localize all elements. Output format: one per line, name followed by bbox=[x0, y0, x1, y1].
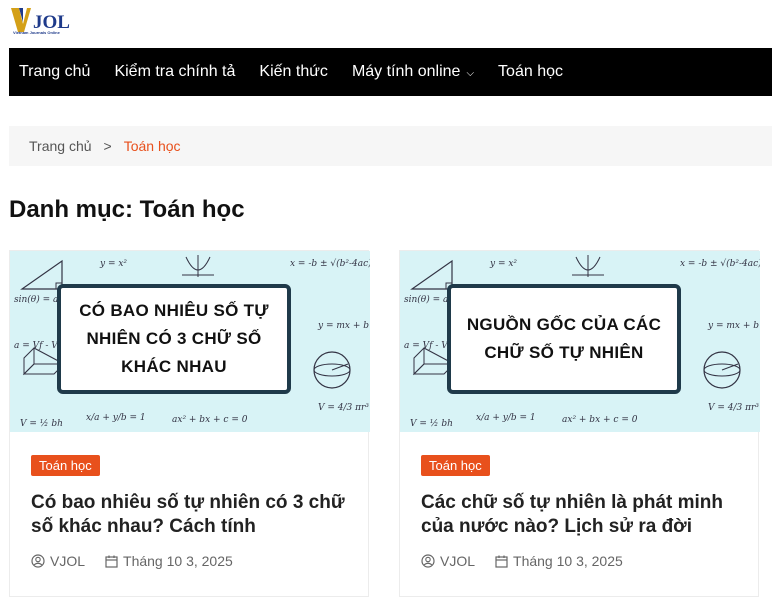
post-thumbnail[interactable]: x = -b ± √(b²-4ac) / 2a y = mx + b ax² +… bbox=[10, 251, 370, 432]
category-badge[interactable]: Toán học bbox=[31, 455, 100, 476]
post-meta: VJOL Tháng 10 3, 2025 bbox=[31, 553, 233, 569]
post-author[interactable]: VJOL bbox=[50, 553, 85, 569]
post-title[interactable]: Các chữ số tự nhiên là phát minh của nướ… bbox=[421, 491, 746, 539]
category-badge[interactable]: Toán học bbox=[421, 455, 490, 476]
post-card: x = -b ± √(b²-4ac) / 2a y = mx + b ax² +… bbox=[9, 250, 370, 597]
sphere-drawing-icon bbox=[703, 351, 741, 389]
nav-item-online-calculator[interactable]: Máy tính online ⌵ bbox=[352, 63, 474, 81]
breadcrumb-current: Toán học bbox=[123, 138, 181, 154]
breadcrumb-home[interactable]: Trang chủ bbox=[29, 138, 92, 154]
post-date: Tháng 10 3, 2025 bbox=[513, 553, 623, 569]
user-circle-icon bbox=[31, 554, 45, 568]
post-title[interactable]: Có bao nhiêu số tự nhiên có 3 chữ số khá… bbox=[31, 491, 356, 539]
thumbnail-headline: CÓ BAO NHIÊU SỐ TỰ NHIÊN CÓ 3 CHỮ SỐ KHÁ… bbox=[57, 284, 291, 394]
graph-drawing-icon bbox=[572, 255, 604, 277]
graph-drawing-icon bbox=[182, 255, 214, 277]
post-thumbnail[interactable]: x = -b ± √(b²-4ac) / 2a y = mx + b ax² +… bbox=[400, 251, 760, 432]
logo-tagline: Vietnam Journals Online bbox=[13, 30, 60, 35]
nav-item-knowledge[interactable]: Kiến thức bbox=[259, 63, 328, 81]
breadcrumb-separator: > bbox=[103, 138, 112, 154]
sphere-drawing-icon bbox=[313, 351, 351, 389]
chevron-down-icon: ⌵ bbox=[466, 67, 475, 79]
calendar-icon bbox=[495, 555, 508, 568]
main-nav: Trang chủ Kiểm tra chính tả Kiến thức Má… bbox=[9, 48, 772, 96]
nav-item-math[interactable]: Toán học bbox=[498, 63, 563, 81]
calendar-icon bbox=[105, 555, 118, 568]
post-meta: VJOL Tháng 10 3, 2025 bbox=[421, 553, 623, 569]
post-date: Tháng 10 3, 2025 bbox=[123, 553, 233, 569]
thumbnail-headline: NGUỒN GỐC CỦA CÁC CHỮ SỐ TỰ NHIÊN bbox=[447, 284, 681, 394]
breadcrumb: Trang chủ > Toán học bbox=[9, 126, 772, 166]
nav-item-home[interactable]: Trang chủ bbox=[19, 63, 90, 81]
nav-item-spellcheck[interactable]: Kiểm tra chính tả bbox=[114, 63, 235, 81]
post-author[interactable]: VJOL bbox=[440, 553, 475, 569]
page-title: Danh mục: Toán học bbox=[9, 196, 245, 223]
user-circle-icon bbox=[421, 554, 435, 568]
post-card: x = -b ± √(b²-4ac) / 2a y = mx + b ax² +… bbox=[399, 250, 760, 597]
